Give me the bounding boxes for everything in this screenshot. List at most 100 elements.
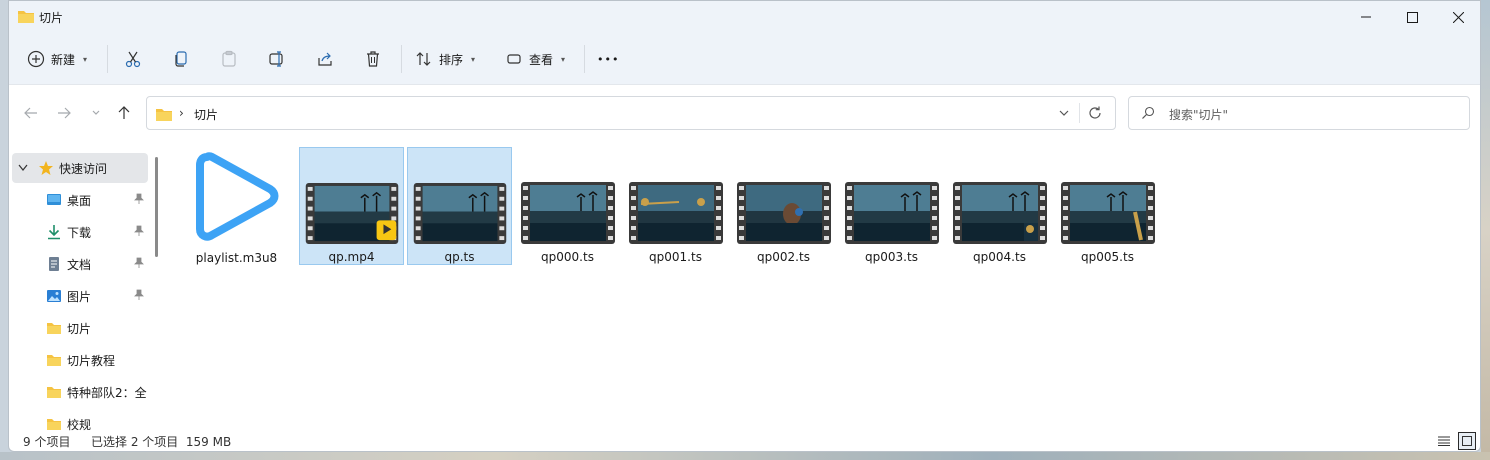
sort-button[interactable]: 排序 ▾ <box>415 43 475 75</box>
video-thumbnail-icon <box>1060 182 1155 244</box>
more-icon: ••• <box>597 52 620 66</box>
copy-icon <box>175 51 187 67</box>
minimize-button[interactable] <box>1343 1 1389 33</box>
file-item[interactable]: playlist.m3u8 <box>184 147 289 265</box>
item-count: 9 个项目 <box>23 435 71 449</box>
file-name: qp004.ts <box>973 250 1026 264</box>
video-thumbnail-icon <box>413 183 506 244</box>
file-item[interactable]: qp002.ts <box>731 147 836 265</box>
scissors-icon <box>125 51 141 68</box>
file-name: qp001.ts <box>649 250 702 264</box>
chevron-down-icon: ▾ <box>561 54 566 64</box>
view-button-label: 查看 <box>529 52 554 67</box>
up-button[interactable] <box>114 103 134 123</box>
file-name: qp.ts <box>444 250 475 264</box>
plus-circle-icon <box>27 50 45 68</box>
pictures-icon <box>47 290 61 302</box>
file-name: qp005.ts <box>1081 250 1134 264</box>
download-icon <box>48 225 60 240</box>
sidebar-item-folder-tutorial[interactable]: 切片教程 <box>9 345 149 375</box>
view-icon <box>507 54 521 64</box>
breadcrumb-item[interactable]: 切片 <box>194 106 218 123</box>
folder-icon <box>18 11 34 23</box>
file-item[interactable]: qp.mp4 <box>299 147 404 265</box>
sidebar-item-label: 快速访问 <box>59 162 108 176</box>
pin-icon <box>134 289 144 300</box>
trash-icon <box>367 51 379 67</box>
file-item[interactable]: qp001.ts <box>623 147 728 265</box>
sidebar-item-folder-slices[interactable]: 切片 <box>9 313 149 343</box>
chevron-down-icon <box>92 110 100 115</box>
delete-button[interactable] <box>364 43 382 75</box>
toolbar-divider <box>584 45 585 73</box>
arrow-right-icon <box>58 107 71 119</box>
list-icon <box>1438 436 1450 446</box>
sidebar-scrollbar[interactable] <box>155 157 158 257</box>
pin-icon <box>134 257 144 268</box>
star-icon <box>39 161 53 175</box>
title-bar: 切片 <box>9 1 1480 33</box>
copy-button[interactable] <box>172 43 190 75</box>
file-name: qp002.ts <box>757 250 810 264</box>
chevron-down-icon: ▾ <box>83 54 88 64</box>
command-bar: 新建 ▾ 排序 ▾ 查看 ▾ ••• <box>9 33 1480 85</box>
chevron-down-icon[interactable] <box>1057 106 1071 120</box>
sidebar-item-folder-special-forces[interactable]: 特种部队2：全 <box>9 377 149 407</box>
document-icon <box>49 257 59 271</box>
sidebar-item-label: 文档 <box>67 258 92 272</box>
sidebar-item-quick-access[interactable]: 快速访问 <box>12 153 148 183</box>
toolbar-divider <box>107 45 108 73</box>
rename-button[interactable] <box>268 43 286 75</box>
sidebar-item-pictures[interactable]: 图片 <box>9 281 149 311</box>
chevron-down-icon <box>18 164 28 171</box>
desktop-background-bottom <box>0 452 1490 460</box>
file-item[interactable]: qp.ts <box>407 147 512 265</box>
sidebar-item-label: 切片教程 <box>67 354 116 368</box>
grid-icon <box>1462 436 1472 446</box>
close-icon <box>1452 11 1464 23</box>
address-bar[interactable]: › 切片 <box>146 96 1116 130</box>
file-name: playlist.m3u8 <box>195 251 278 265</box>
search-box[interactable]: 搜索"切片" <box>1128 96 1470 130</box>
file-item[interactable]: qp000.ts <box>515 147 620 265</box>
status-bar: 9 个项目 已选择 2 个项目 159 MB <box>9 429 1480 451</box>
cut-button[interactable] <box>124 43 142 75</box>
forward-button[interactable] <box>54 103 74 123</box>
video-thumbnail-icon <box>628 182 723 244</box>
folder-icon <box>47 323 61 334</box>
view-button[interactable]: 查看 ▾ <box>505 43 565 75</box>
navigation-pane: 快速访问 桌面 下载 文档 图片 切片 切片教程 特种部队2：全 校规 <box>9 147 164 431</box>
file-item[interactable]: qp003.ts <box>839 147 944 265</box>
arrow-up-icon <box>118 106 130 119</box>
sidebar-item-label: 切片 <box>67 322 92 336</box>
details-view-button[interactable] <box>1435 432 1453 450</box>
thumbnail-view-button[interactable] <box>1458 432 1476 450</box>
paste-button[interactable] <box>220 43 238 75</box>
maximize-icon <box>1406 11 1418 23</box>
sidebar-item-folder-rules[interactable]: 校规 <box>9 409 149 431</box>
sidebar-item-label: 图片 <box>67 290 92 304</box>
refresh-icon[interactable] <box>1087 105 1103 121</box>
breadcrumb-separator: › <box>179 106 184 120</box>
new-button[interactable]: 新建 ▾ <box>27 43 87 75</box>
file-item[interactable]: qp004.ts <box>947 147 1052 265</box>
sidebar-item-documents[interactable]: 文档 <box>9 249 149 279</box>
sort-icon <box>416 52 431 66</box>
address-divider <box>1079 103 1080 123</box>
chevron-down-icon: ▾ <box>471 54 476 64</box>
close-button[interactable] <box>1435 1 1480 33</box>
folder-icon <box>47 387 61 398</box>
file-item[interactable]: qp005.ts <box>1055 147 1160 265</box>
rename-icon <box>269 51 283 67</box>
sidebar-item-downloads[interactable]: 下载 <box>9 217 149 247</box>
file-name: qp.mp4 <box>328 250 375 264</box>
sidebar-item-label: 下载 <box>67 226 92 240</box>
back-button[interactable] <box>21 103 41 123</box>
minimize-icon <box>1361 16 1371 18</box>
pin-icon <box>134 193 144 204</box>
more-options-button[interactable]: ••• <box>597 43 619 75</box>
maximize-button[interactable] <box>1389 1 1435 33</box>
sidebar-item-desktop[interactable]: 桌面 <box>9 185 149 215</box>
recent-locations-button[interactable] <box>86 103 106 123</box>
share-button[interactable] <box>316 43 334 75</box>
